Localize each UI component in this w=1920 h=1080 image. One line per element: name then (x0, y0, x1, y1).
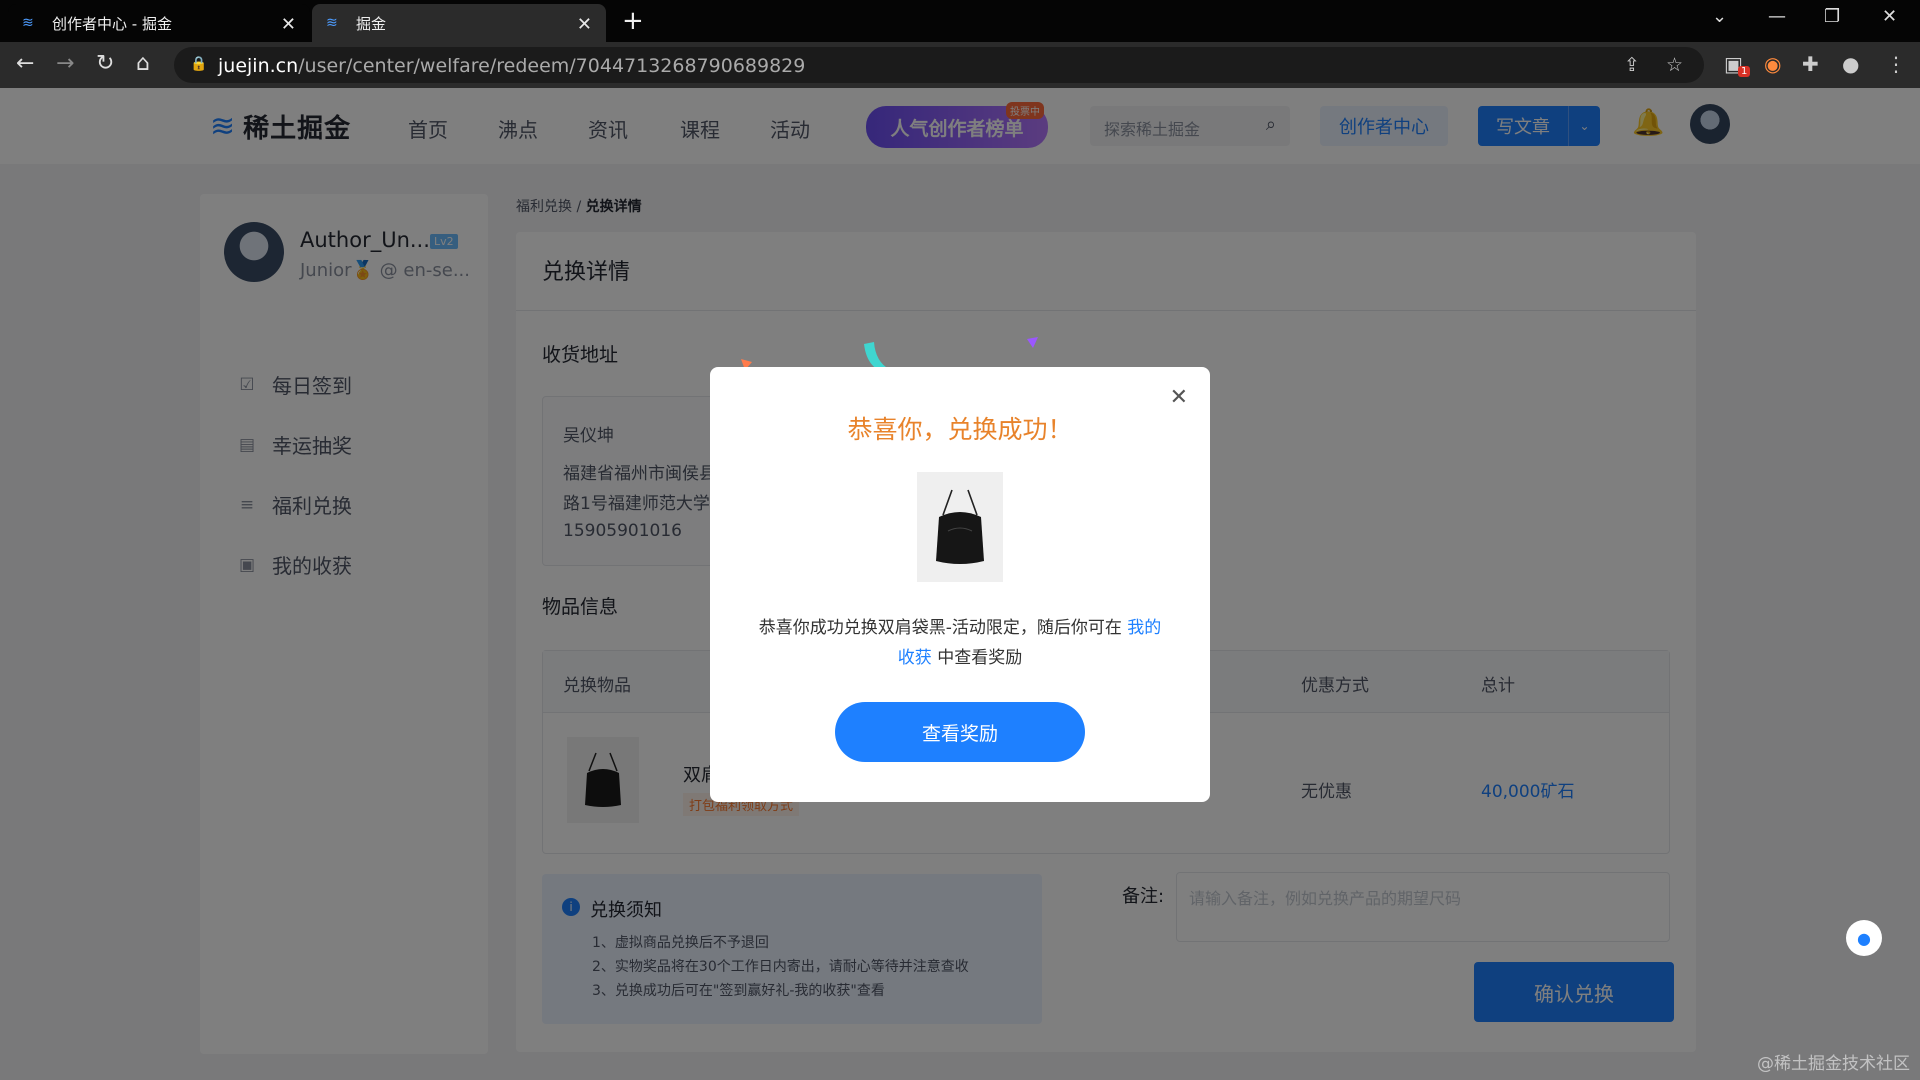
browser-toolbar: ← → ↻ ⌂ 🔒 juejin.cn/user/center/welfare/… (0, 42, 1920, 88)
reward-image (917, 472, 1003, 582)
menu-kebab-icon[interactable]: ⋮ (1886, 52, 1906, 76)
share-icon[interactable]: ⇪ (1624, 54, 1640, 76)
chat-icon[interactable]: ● (1846, 920, 1882, 956)
profile-avatar-icon[interactable]: ● (1842, 52, 1859, 76)
message-prefix: 恭喜你成功兑换双肩袋黑-活动限定，随后你可在 (758, 618, 1128, 638)
url-text: juejin.cn/user/center/welfare/redeem/704… (218, 55, 806, 77)
weibo-extension-icon[interactable]: ◉ (1764, 52, 1781, 76)
address-bar[interactable]: 🔒 juejin.cn/user/center/welfare/redeem/7… (174, 47, 1704, 83)
tab-title: 掘金 (356, 14, 387, 33)
puzzle-extensions-icon[interactable]: ✚ (1802, 52, 1819, 76)
bookmark-star-icon[interactable]: ☆ (1666, 54, 1683, 76)
reload-icon[interactable]: ↻ (96, 51, 114, 76)
dialog-title: 恭喜你，兑换成功！ (847, 415, 1073, 444)
restore-icon[interactable]: ❐ (1824, 6, 1840, 27)
tab-close-icon[interactable]: ✕ (281, 14, 296, 35)
juejin-favicon-icon: ≋ (22, 15, 34, 31)
backpack-image (936, 489, 984, 564)
home-icon[interactable]: ⌂ (136, 51, 150, 76)
close-icon[interactable]: ✕ (1170, 385, 1188, 410)
watermark: @稀土掘金技术社区 (1757, 1054, 1910, 1074)
tab-search-chevron-icon[interactable]: ⌄ (1712, 6, 1727, 27)
back-icon[interactable]: ← (16, 51, 34, 76)
extension-badge: 1 (1738, 66, 1751, 77)
new-tab-icon[interactable]: + (622, 6, 644, 36)
browser-tab-juejin[interactable]: ≋ 掘金 ✕ (312, 4, 606, 42)
forward-icon[interactable]: → (56, 51, 74, 76)
redeem-success-dialog: ✕ 恭喜你，兑换成功！ 恭喜你成功兑换双肩袋黑-活动限定，随后你可在 我的收获 … (710, 367, 1210, 802)
lock-icon: 🔒 (190, 56, 208, 72)
confetti-triangle-icon (1027, 337, 1038, 348)
tab-title: 创作者中心 - 掘金 (52, 14, 172, 33)
browser-tab-creator-center[interactable]: ≋ 创作者中心 - 掘金 ✕ (8, 4, 310, 42)
view-reward-button[interactable]: 查看奖励 (835, 702, 1085, 762)
message-suffix: 中查看奖励 (931, 648, 1023, 668)
browser-tab-bar: ≋ 创作者中心 - 掘金 ✕ ≋ 掘金 ✕ + ⌄ — ❐ ✕ (0, 0, 1920, 42)
dialog-message: 恭喜你成功兑换双肩袋黑-活动限定，随后你可在 我的收获 中查看奖励 (756, 613, 1164, 673)
minimize-icon[interactable]: — (1768, 6, 1786, 27)
window-close-icon[interactable]: ✕ (1882, 6, 1897, 27)
juejin-favicon-icon: ≋ (326, 15, 338, 31)
tab-close-icon[interactable]: ✕ (577, 14, 592, 35)
